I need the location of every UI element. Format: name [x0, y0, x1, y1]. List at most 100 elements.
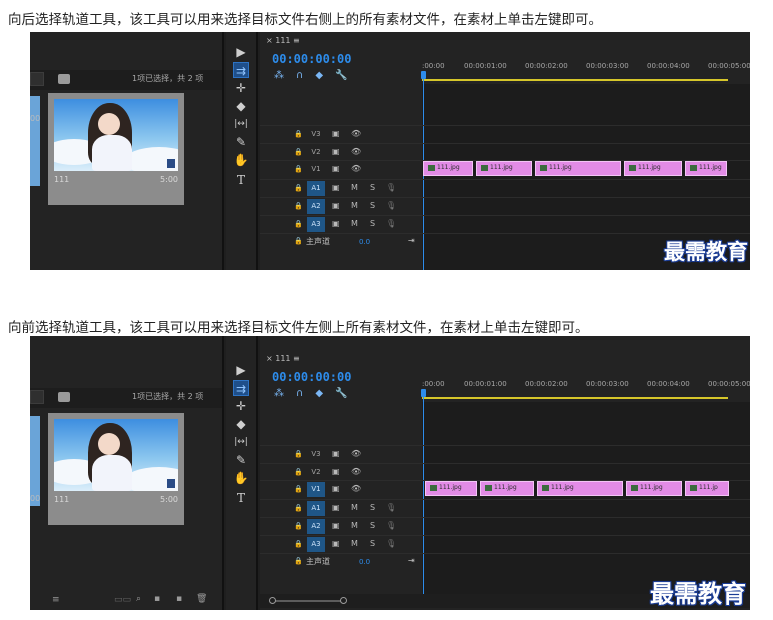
mute-button[interactable]: M — [351, 201, 358, 210]
hand-tool-icon[interactable]: ✋ — [233, 152, 249, 168]
clip[interactable]: 111.jpg — [480, 481, 534, 496]
track-name[interactable]: A2 — [307, 199, 325, 214]
track-header-a1[interactable]: 🔒 A1 ▣ M S 🎙 — [260, 500, 422, 517]
panel-divider[interactable] — [222, 336, 224, 610]
list-view-icon[interactable]: ≡ — [52, 595, 60, 605]
track-header-a3[interactable]: 🔒 A3 ▣ M S 🎙 — [260, 536, 422, 553]
sync-lock-icon[interactable]: ▣ — [332, 521, 340, 530]
clip[interactable]: 111.jpg — [624, 161, 682, 176]
eye-icon[interactable]: 👁 — [351, 147, 361, 156]
snap-icon[interactable]: ⁂ — [274, 70, 284, 81]
zoom-handle-right[interactable] — [340, 597, 347, 604]
project-search-field[interactable] — [30, 72, 44, 86]
linked-selection-icon[interactable]: ∩ — [296, 70, 303, 81]
type-tool-icon[interactable]: T — [233, 172, 249, 188]
slip-tool-icon[interactable]: |↔| — [233, 116, 249, 132]
pen-tool-icon[interactable]: ✎ — [233, 134, 249, 150]
mute-button[interactable]: M — [351, 539, 358, 548]
master-track-header[interactable]: 🔒 主声道 0.0 ⇥ — [260, 234, 430, 251]
track-header-v1[interactable]: 🔒 V1 ▣ 👁 — [260, 161, 422, 178]
track-header-a1[interactable]: 🔒 A1 ▣ M S 🎙 — [260, 180, 422, 197]
go-to-end-icon[interactable]: ⇥ — [408, 556, 415, 565]
razor-tool-icon[interactable]: ◆ — [233, 416, 249, 432]
sync-lock-icon[interactable]: ▣ — [332, 449, 340, 458]
track-header-v3[interactable]: 🔒 V3 ▣ 👁 — [260, 126, 422, 143]
lock-icon[interactable]: 🔒 — [294, 148, 303, 156]
ripple-edit-tool-icon[interactable]: ✛ — [233, 80, 249, 96]
track-select-backward-tool-icon[interactable]: ⇉ — [233, 380, 249, 396]
zoom-handle-left[interactable] — [269, 597, 276, 604]
track-name[interactable]: A3 — [307, 217, 325, 232]
track-name[interactable]: V2 — [307, 465, 325, 480]
pen-tool-icon[interactable]: ✎ — [233, 452, 249, 468]
eye-icon[interactable]: 👁 — [351, 129, 361, 138]
ripple-edit-tool-icon[interactable]: ✛ — [233, 398, 249, 414]
track-name[interactable]: V3 — [307, 127, 325, 142]
clip[interactable]: 111.jpg — [425, 481, 477, 496]
lock-icon[interactable]: 🔒 — [294, 184, 303, 192]
sync-lock-icon[interactable]: ▣ — [332, 503, 340, 512]
sync-lock-icon[interactable]: ▣ — [332, 183, 340, 192]
partial-thumbnail[interactable] — [30, 96, 40, 186]
linked-selection-icon[interactable]: ∩ — [296, 388, 303, 399]
add-marker-icon[interactable]: ◆ — [315, 70, 323, 81]
master-track-header[interactable]: 🔒 主声道 0.0 ⇥ — [260, 554, 430, 571]
track-name[interactable]: A1 — [307, 181, 325, 196]
track-name[interactable]: A3 — [307, 537, 325, 552]
lock-icon[interactable]: 🔒 — [294, 237, 303, 245]
mute-button[interactable]: M — [351, 521, 358, 530]
track-name[interactable]: V1 — [307, 162, 325, 177]
sync-lock-icon[interactable]: ▣ — [332, 201, 340, 210]
master-volume[interactable]: 0.0 — [359, 238, 370, 246]
panel-divider[interactable] — [256, 32, 258, 270]
project-clip-card[interactable]: 111 5:00 — [48, 413, 184, 525]
lock-icon[interactable]: 🔒 — [294, 450, 303, 458]
bin-icon[interactable] — [58, 74, 70, 84]
snap-icon[interactable]: ⁂ — [274, 388, 284, 399]
track-header-v2[interactable]: 🔒 V2 ▣ 👁 — [260, 464, 422, 481]
track-name[interactable]: V1 — [307, 482, 325, 497]
solo-button[interactable]: S — [370, 521, 375, 530]
clip[interactable]: 111.jp — [685, 481, 729, 496]
add-marker-icon[interactable]: ◆ — [315, 388, 323, 399]
mic-icon[interactable]: 🎙 — [386, 219, 396, 228]
track-name[interactable]: V3 — [307, 447, 325, 462]
clip[interactable]: 111.jpg — [535, 161, 621, 176]
track-name[interactable]: V2 — [307, 145, 325, 160]
solo-button[interactable]: S — [370, 183, 375, 192]
type-tool-icon[interactable]: T — [233, 490, 249, 506]
sync-lock-icon[interactable]: ▣ — [332, 129, 340, 138]
mute-button[interactable]: M — [351, 219, 358, 228]
sync-lock-icon[interactable]: ▣ — [332, 164, 340, 173]
clip[interactable]: 111.jpg — [476, 161, 532, 176]
lock-icon[interactable]: 🔒 — [294, 557, 303, 565]
clip[interactable]: 111.jpg — [537, 481, 623, 496]
track-header-a2[interactable]: 🔒 A2 ▣ M S 🎙 — [260, 198, 422, 215]
clip[interactable]: 111.jpg — [423, 161, 473, 176]
wrench-icon[interactable]: 🔧 — [335, 388, 347, 399]
mute-button[interactable]: M — [351, 503, 358, 512]
search-icon[interactable]: ⌕ — [136, 594, 141, 604]
track-header-v3[interactable]: 🔒 V3 ▣ 👁 — [260, 446, 422, 463]
lock-icon[interactable]: 🔒 — [294, 130, 303, 138]
mic-icon[interactable]: 🎙 — [386, 521, 396, 530]
track-name[interactable]: A1 — [307, 501, 325, 516]
sync-lock-icon[interactable]: ▣ — [332, 219, 340, 228]
mic-icon[interactable]: 🎙 — [386, 201, 396, 210]
sequence-tab[interactable]: × 111 ≡ — [266, 354, 300, 363]
solo-button[interactable]: S — [370, 201, 375, 210]
track-header-v1[interactable]: 🔒 V1 ▣ 👁 — [260, 481, 422, 498]
track-header-v2[interactable]: 🔒 V2 ▣ 👁 — [260, 144, 422, 161]
timecode-display[interactable]: 00:00:00:00 — [272, 52, 351, 66]
selection-tool-icon[interactable]: ▶ — [233, 44, 249, 60]
slip-tool-icon[interactable]: |↔| — [233, 434, 249, 450]
lock-icon[interactable]: 🔒 — [294, 468, 303, 476]
solo-button[interactable]: S — [370, 539, 375, 548]
project-clip-card[interactable]: 111 5:00 — [48, 93, 184, 205]
track-header-a3[interactable]: 🔒 A3 ▣ M S 🎙 — [260, 216, 422, 233]
work-area-bar[interactable] — [422, 397, 728, 399]
mic-icon[interactable]: 🎙 — [386, 539, 396, 548]
mic-icon[interactable]: 🎙 — [386, 183, 396, 192]
partial-thumbnail[interactable] — [30, 416, 40, 506]
lock-icon[interactable]: 🔒 — [294, 202, 303, 210]
